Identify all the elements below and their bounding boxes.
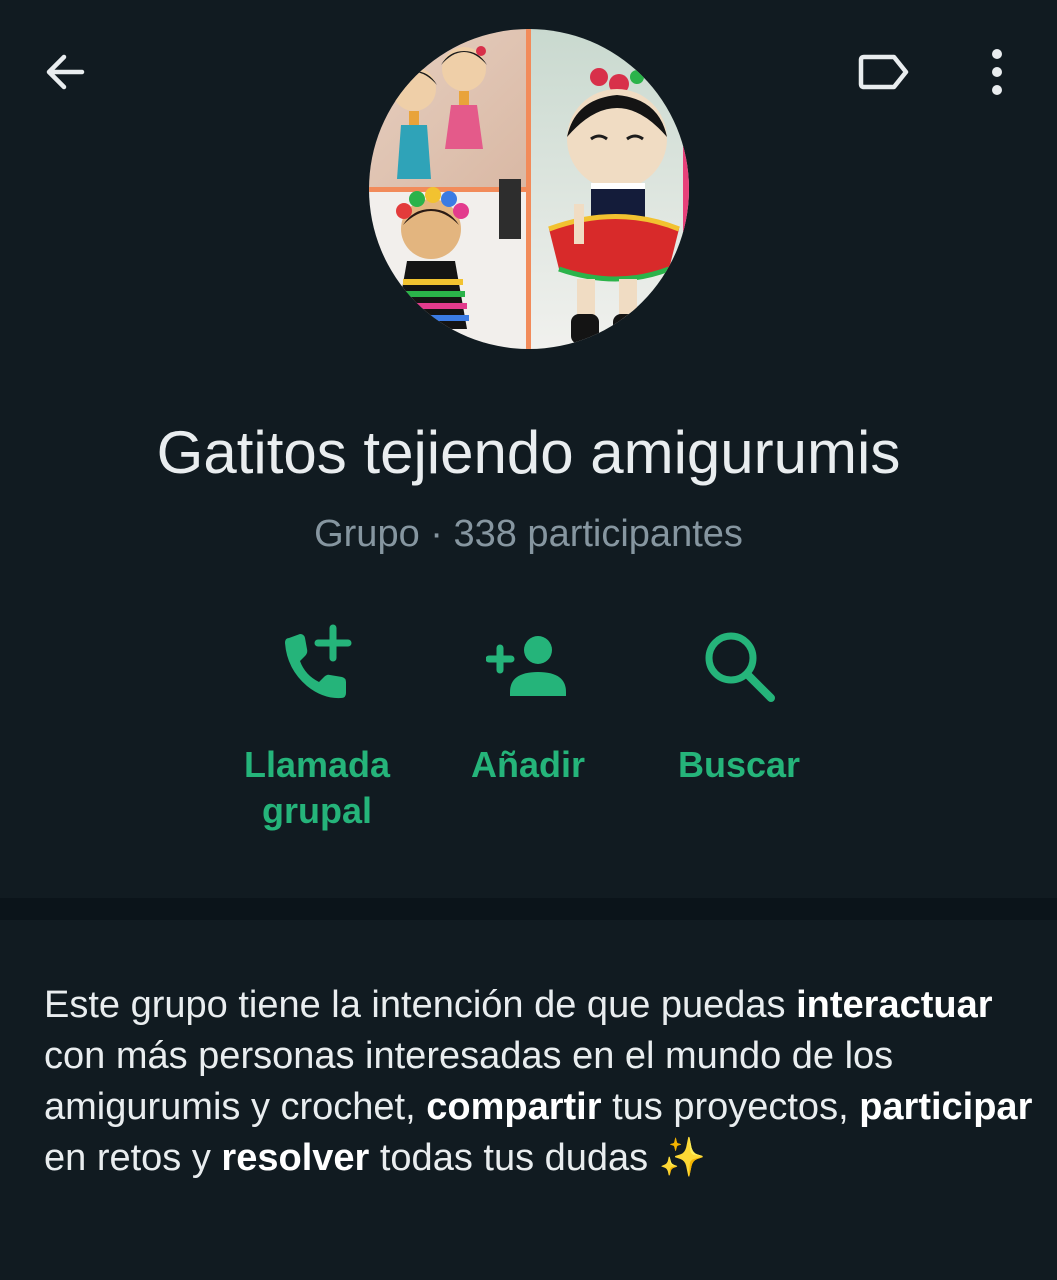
group-call-button[interactable]: Llamada grupal [212,624,422,834]
description-text: todas tus dudas [369,1137,659,1179]
group-participant-count: Grupo · 338 participantes [314,513,743,555]
search-button[interactable]: Buscar [634,624,844,788]
group-info-header: Gatitos tejiendo amigurumis Grupo · 338 … [0,0,1057,898]
description-bold-text: participar [859,1086,1033,1128]
more-options-button[interactable] [970,40,1024,104]
description-bold-text: compartir [426,1086,602,1128]
arrow-left-icon [46,54,85,90]
label-tag-icon [858,54,909,90]
description-bold-text: interactuar [796,984,993,1026]
sparkles-emoji: ✨ [658,1137,707,1179]
group-name: Gatitos tejiendo amigurumis [156,419,901,486]
description-text: tus proyectos, [601,1086,860,1128]
group-avatar[interactable] [369,29,689,349]
add-participant-label: Añadir [470,744,585,785]
group-photo-collage [369,29,689,349]
label-button[interactable] [852,46,916,98]
group-call-add-icon [285,624,352,699]
add-participant-button[interactable]: Añadir [423,624,633,788]
search-label: Buscar [677,744,801,785]
description-text: Este grupo tiene la intención de que pue… [44,984,797,1026]
description-bold-text: resolver [221,1137,370,1179]
group-call-label: Llamada grupal [243,744,391,831]
group-description[interactable]: Este grupo tiene la intención de que pue… [44,980,1034,1184]
description-text: en retos y [44,1137,222,1179]
add-person-icon [486,636,566,696]
more-vertical-icon [992,49,1002,95]
search-icon [705,632,775,702]
back-button[interactable] [36,44,92,100]
section-divider [0,898,1057,920]
